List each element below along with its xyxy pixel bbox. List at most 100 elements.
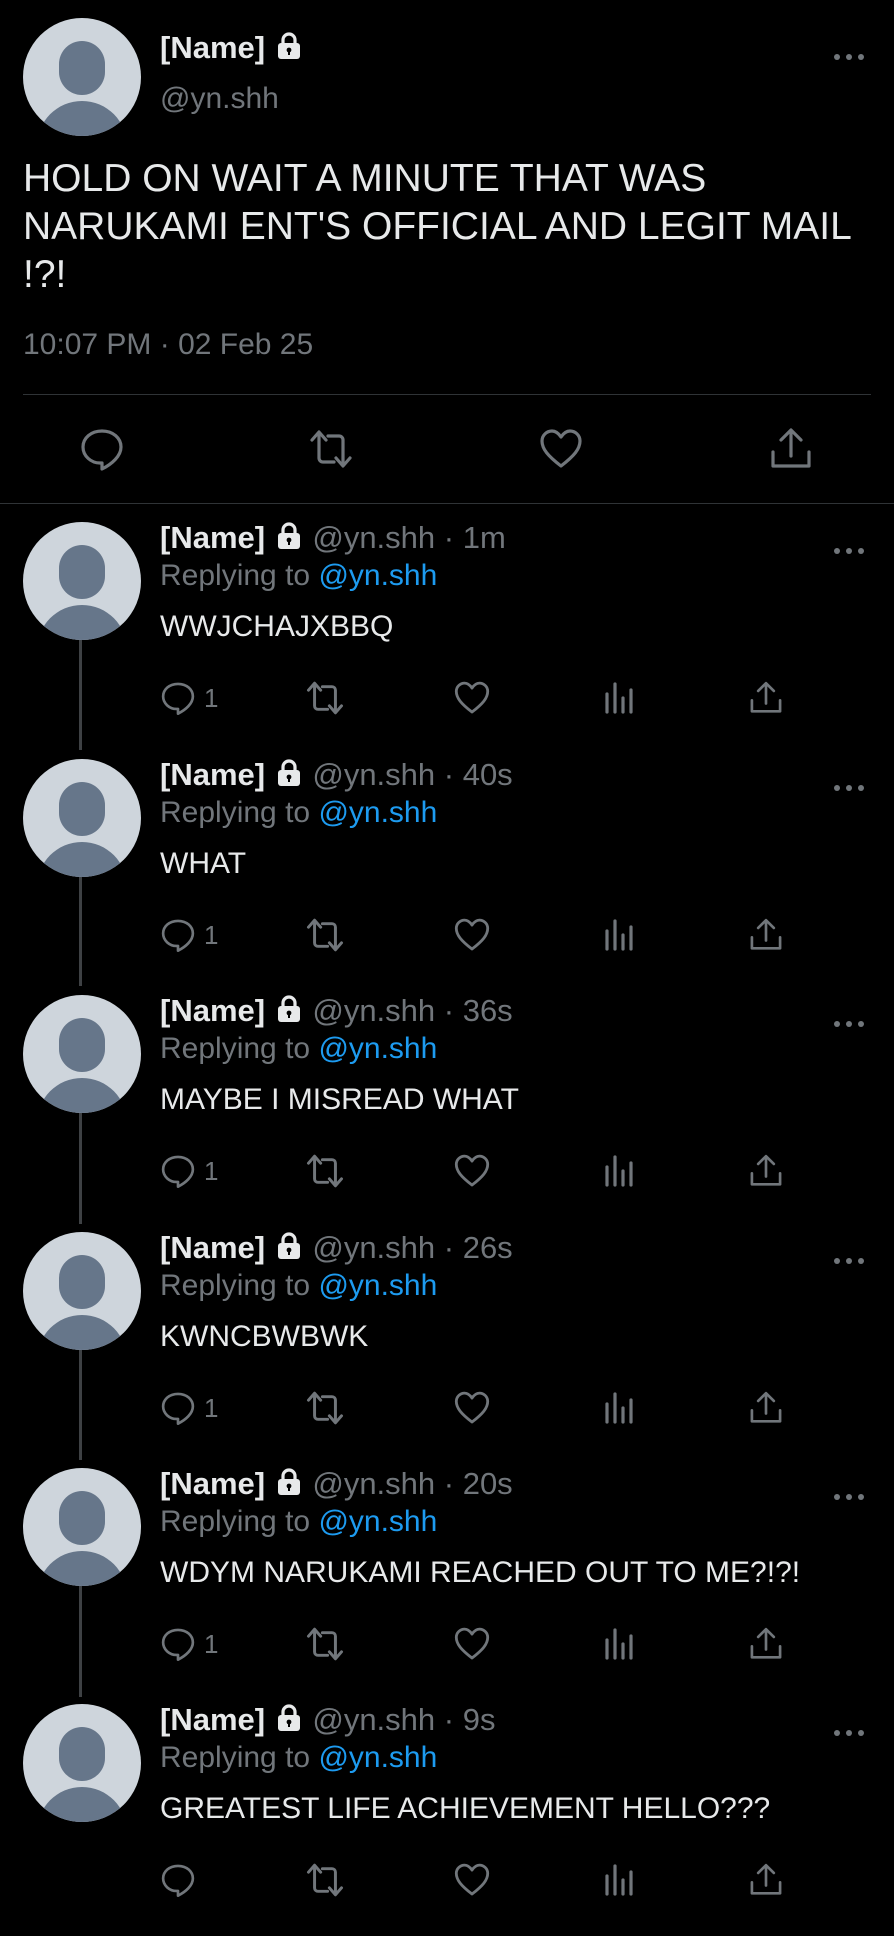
replying-to: Replying to @yn.shh [160,1032,438,1065]
share-button[interactable] [748,1388,784,1428]
more-icon[interactable] [834,1019,864,1029]
more-icon[interactable] [834,52,864,62]
retweet-icon [307,1154,343,1188]
author-name[interactable]: [Name] [160,1702,265,1737]
retweet-button[interactable] [305,1624,345,1664]
action-bar: 1 [160,1151,820,1191]
analytics-button[interactable] [603,1151,635,1191]
mention-link[interactable]: @yn.shh [318,1505,437,1538]
avatar[interactable] [23,1704,141,1822]
avatar[interactable] [23,522,141,640]
reply-header: [Name] @yn.shh · 40s [160,757,513,793]
reply-button[interactable]: 1 [160,1624,218,1664]
reply-tweet[interactable]: [Name] @yn.shh · 40s Replying to @yn.shh… [0,755,894,991]
action-bar: 1 [160,678,820,718]
analytics-button[interactable] [603,915,635,955]
retweet-button[interactable] [308,426,354,472]
lock-icon [277,1468,300,1495]
reply-icon [81,429,123,471]
author-handle[interactable]: @yn.shh [160,82,279,116]
replying-to: Replying to @yn.shh [160,1741,438,1774]
mention-link[interactable]: @yn.shh [318,796,437,829]
like-button[interactable] [453,915,491,955]
reply-tweet[interactable]: [Name] @yn.shh · 9s Replying to @yn.shh … [0,1700,894,1936]
reply-button[interactable]: 1 [160,915,218,955]
reply-button[interactable] [160,1860,204,1900]
analytics-icon [605,1628,633,1660]
avatar[interactable] [23,1468,141,1586]
analytics-icon [605,1864,633,1896]
tweet-text: WWJCHAJXBBQ [160,610,394,643]
tweet-text: KWNCBWBWK [160,1320,369,1353]
author-name[interactable]: [Name] [160,993,265,1028]
handle-time: @yn.shh · 9s [312,1702,496,1737]
reply-count: 1 [204,1155,219,1186]
tweet-text: WHAT [160,847,247,880]
like-icon [454,1863,490,1896]
mention-link[interactable]: @yn.shh [318,559,437,592]
like-button[interactable] [453,678,491,718]
reply-button[interactable]: 1 [160,1388,218,1428]
reply-header: [Name] @yn.shh · 9s [160,1702,495,1738]
reply-header: [Name] @yn.shh · 26s [160,1230,513,1266]
analytics-button[interactable] [603,1624,635,1664]
tweet-text: WDYM NARUKAMI REACHED OUT TO ME?!?! [160,1556,801,1589]
avatar[interactable] [23,1232,141,1350]
author-name[interactable]: [Name] [160,520,265,555]
mention-link[interactable]: @yn.shh [318,1032,437,1065]
more-icon[interactable] [834,546,864,556]
replying-to: Replying to @yn.shh [160,559,438,592]
share-button[interactable] [748,1624,784,1664]
author-name[interactable]: [Name] [160,1466,265,1501]
mention-link[interactable]: @yn.shh [318,1741,437,1774]
like-icon [454,1627,490,1660]
avatar[interactable] [23,759,141,877]
reply-button[interactable]: 1 [160,678,218,718]
retweet-button[interactable] [305,678,345,718]
analytics-button[interactable] [603,1860,635,1900]
reply-tweet[interactable]: [Name] @yn.shh · 1m Replying to @yn.shh … [0,518,894,754]
like-button[interactable] [453,1151,491,1191]
reply-icon [161,682,195,715]
analytics-icon [605,919,633,951]
retweet-button[interactable] [305,915,345,955]
like-button[interactable] [453,1388,491,1428]
lock-icon [277,522,300,549]
reply-button[interactable] [79,426,125,472]
share-button[interactable] [748,1860,784,1900]
analytics-button[interactable] [603,1388,635,1428]
reply-icon [161,1628,195,1661]
more-icon[interactable] [834,1728,864,1738]
like-button[interactable] [538,426,584,472]
tweet-timestamp[interactable]: 10:07 PM · 02 Feb 25 [23,328,313,362]
retweet-button[interactable] [305,1151,345,1191]
mention-link[interactable]: @yn.shh [318,1269,437,1302]
share-button[interactable] [748,678,784,718]
retweet-button[interactable] [305,1860,345,1900]
avatar[interactable] [23,18,141,136]
lock-icon [277,759,300,786]
author-name[interactable]: [Name] [160,1230,265,1265]
share-button[interactable] [768,426,814,472]
more-icon[interactable] [834,1256,864,1266]
tweet-text: MAYBE I MISREAD WHAT [160,1083,519,1116]
reply-tweet[interactable]: [Name] @yn.shh · 36s Replying to @yn.shh… [0,991,894,1227]
like-button[interactable] [453,1624,491,1664]
reply-tweet[interactable]: [Name] @yn.shh · 26s Replying to @yn.shh… [0,1228,894,1464]
analytics-button[interactable] [603,678,635,718]
tweet-text: GREATEST LIFE ACHIEVEMENT HELLO??? [160,1792,771,1825]
handle-time: @yn.shh · 40s [312,757,513,792]
avatar[interactable] [23,995,141,1113]
share-button[interactable] [748,915,784,955]
author-name[interactable]: [Name] [160,757,265,792]
more-icon[interactable] [834,1492,864,1502]
reply-count: 1 [204,1628,219,1659]
retweet-button[interactable] [305,1388,345,1428]
share-button[interactable] [748,1151,784,1191]
like-button[interactable] [453,1860,491,1900]
reply-tweet[interactable]: [Name] @yn.shh · 20s Replying to @yn.shh… [0,1464,894,1700]
author-name[interactable]: [Name] [160,30,304,66]
action-bar [160,1860,820,1900]
more-icon[interactable] [834,783,864,793]
reply-button[interactable]: 1 [160,1151,218,1191]
